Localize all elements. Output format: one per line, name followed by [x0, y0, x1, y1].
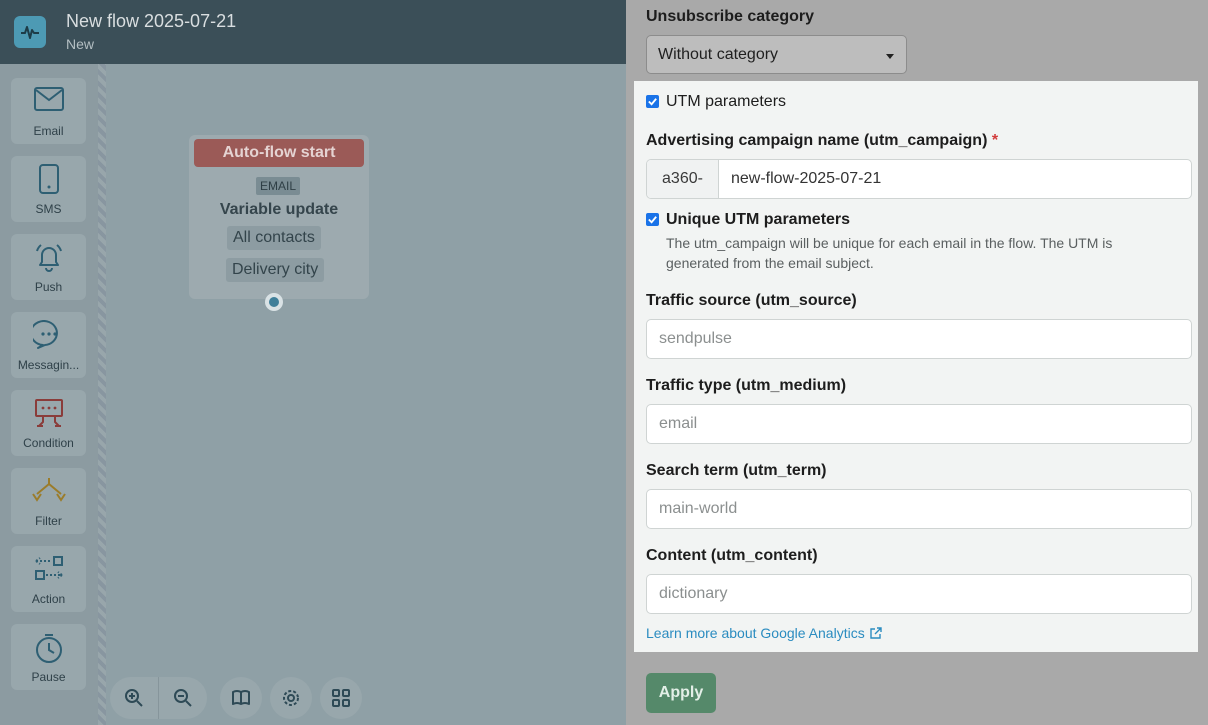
- tool-pause[interactable]: Pause: [11, 624, 86, 690]
- tool-label: Push: [34, 280, 63, 294]
- zoom-in-button[interactable]: [110, 677, 158, 719]
- zoom-in-icon: [125, 689, 143, 707]
- sidebar-edge: [98, 64, 106, 725]
- tool-label: Condition: [23, 436, 74, 450]
- condition-icon: [33, 398, 65, 435]
- tool-messaging[interactable]: Messagin...: [11, 312, 86, 378]
- medium-input[interactable]: email: [646, 404, 1192, 444]
- check-icon: [648, 216, 657, 224]
- bell-icon: [33, 242, 65, 277]
- campaign-label: Advertising campaign name (utm_campaign)…: [646, 132, 998, 150]
- flow-header: New flow 2025-07-21 New: [0, 0, 626, 64]
- tool-push[interactable]: Push: [11, 234, 86, 300]
- unsubscribe-select[interactable]: Without category: [646, 35, 907, 74]
- docs-button[interactable]: [220, 677, 262, 719]
- content-label: Content (utm_content): [646, 547, 818, 564]
- node-title: Variable update: [219, 201, 339, 218]
- tool-condition[interactable]: Condition: [11, 390, 86, 456]
- source-label: Traffic source (utm_source): [646, 292, 857, 309]
- zoom-out-button[interactable]: [159, 677, 207, 719]
- external-link-icon: [870, 626, 882, 639]
- flow-start-node[interactable]: Auto-flow start EMAIL Variable update Al…: [189, 135, 369, 299]
- tool-sidebar: Email SMS Push Messagin... Condition Fil…: [0, 64, 100, 725]
- unique-utm-label[interactable]: Unique UTM parameters: [666, 211, 850, 229]
- campaign-value[interactable]: new-flow-2025-07-21: [719, 160, 1191, 198]
- chat-bubble-icon: [29, 320, 65, 355]
- flow-status: New: [66, 36, 95, 52]
- term-label: Search term (utm_term): [646, 462, 827, 479]
- campaign-input[interactable]: a360- new-flow-2025-07-21: [646, 159, 1192, 199]
- tool-label: Action: [31, 592, 66, 606]
- grid-icon: [332, 689, 350, 707]
- tool-email[interactable]: Email: [11, 78, 86, 144]
- tool-label: Email: [33, 124, 64, 138]
- action-icon: [32, 554, 66, 589]
- node-connector[interactable]: [265, 293, 283, 311]
- term-input[interactable]: main-world: [646, 489, 1192, 529]
- tool-label: Filter: [35, 514, 62, 528]
- node-header: Auto-flow start: [194, 139, 364, 167]
- tool-filter[interactable]: Filter: [11, 468, 86, 534]
- unique-utm-checkbox[interactable]: [646, 213, 659, 226]
- unsubscribe-label: Unsubscribe category: [646, 8, 815, 25]
- utm-card: UTM parameters Advertising campaign name…: [634, 81, 1198, 652]
- flow-title[interactable]: New flow 2025-07-21: [66, 11, 236, 32]
- campaign-label-text: Advertising campaign name (utm_campaign): [646, 132, 988, 149]
- google-analytics-link[interactable]: Learn more about Google Analytics: [646, 625, 882, 641]
- tool-action[interactable]: Action: [11, 546, 86, 612]
- apply-button[interactable]: Apply: [646, 673, 716, 713]
- caret-down-icon: [886, 54, 894, 59]
- tool-label: Messagin...: [17, 358, 80, 372]
- zoom-out-icon: [174, 689, 192, 707]
- required-mark: *: [991, 132, 999, 149]
- book-icon: [232, 690, 250, 705]
- tool-label: SMS: [35, 202, 62, 216]
- utm-checkbox-label[interactable]: UTM parameters: [666, 93, 786, 111]
- campaign-prefix: a360-: [647, 160, 719, 198]
- settings-button[interactable]: [270, 677, 312, 719]
- filter-icon: [31, 476, 67, 511]
- source-input[interactable]: sendpulse: [646, 319, 1192, 359]
- tool-sms[interactable]: SMS: [11, 156, 86, 222]
- utm-checkbox[interactable]: [646, 95, 659, 108]
- check-icon: [648, 98, 657, 106]
- phone-icon: [37, 164, 61, 199]
- tool-label: Pause: [31, 670, 66, 684]
- medium-label: Traffic type (utm_medium): [646, 377, 847, 394]
- content-input[interactable]: dictionary: [646, 574, 1192, 614]
- gear-icon: [283, 690, 299, 706]
- node-pill-contacts: All contacts: [227, 226, 321, 250]
- unique-utm-help: The utm_campaign will be unique for each…: [666, 235, 1113, 271]
- envelope-icon: [33, 86, 65, 117]
- zoom-controls: [110, 677, 207, 719]
- node-pill-city: Delivery city: [226, 258, 325, 282]
- app-logo-icon[interactable]: [14, 16, 46, 48]
- clock-icon: [34, 632, 64, 669]
- node-tag: EMAIL: [256, 177, 301, 195]
- unsubscribe-value: Without category: [658, 45, 779, 63]
- link-text: Learn more about Google Analytics: [646, 625, 865, 641]
- grid-button[interactable]: [320, 677, 362, 719]
